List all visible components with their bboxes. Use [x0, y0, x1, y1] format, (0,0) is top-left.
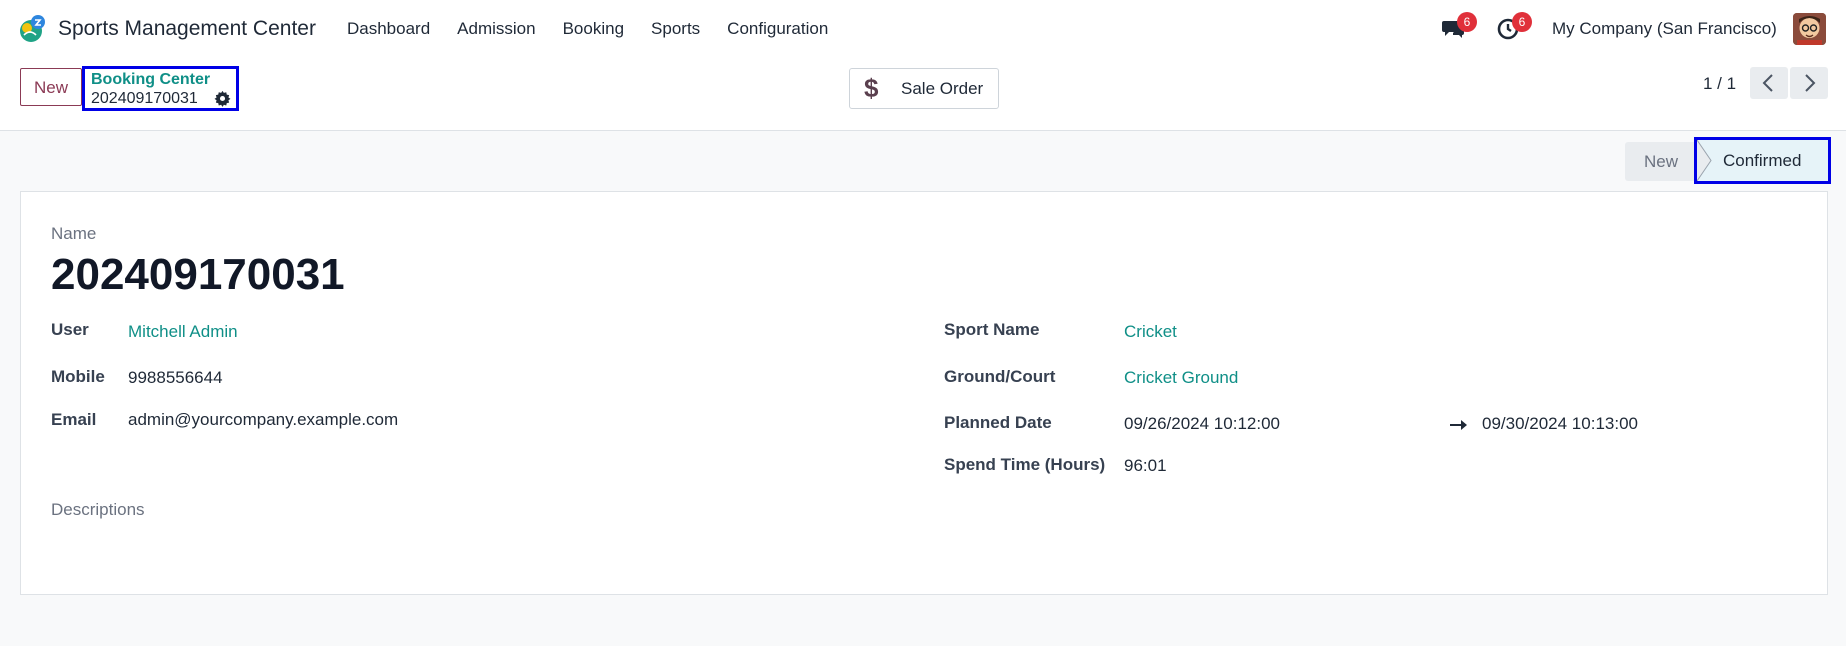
chevron-right-icon: [1805, 74, 1816, 92]
messages-count-badge: 6: [1457, 12, 1477, 32]
name-field[interactable]: 202409170031: [51, 250, 345, 300]
menu-booking[interactable]: Booking: [563, 19, 624, 39]
main-menu: Dashboard Admission Booking Sports Confi…: [347, 19, 855, 39]
email-label: Email: [51, 410, 97, 429]
status-stage-confirmed-label: Confirmed: [1723, 151, 1802, 170]
user-field[interactable]: Mitchell Admin: [128, 322, 238, 342]
form-sheet: Name 202409170031 User Mitchell Admin Mo…: [20, 191, 1828, 595]
planned-date-label: Planned Date: [944, 413, 1052, 432]
name-label: Name: [51, 224, 97, 243]
new-button[interactable]: New: [20, 68, 82, 106]
long-arrow-right-icon: [1450, 420, 1467, 430]
breadcrumb: Booking Center 202409170031: [82, 66, 239, 111]
sport-name-label: Sport Name: [944, 320, 1040, 339]
spend-time-field[interactable]: 96:01: [1124, 456, 1167, 476]
control-panel: New Booking Center 202409170031 $ Sale O…: [0, 58, 1846, 131]
dollar-icon: $: [864, 73, 879, 103]
user-avatar[interactable]: [1793, 13, 1826, 45]
activities-button[interactable]: 6: [1496, 12, 1532, 42]
spend-time-label: Spend Time (Hours): [944, 455, 1106, 474]
ground-court-field[interactable]: Cricket Ground: [1124, 368, 1238, 388]
menu-admission[interactable]: Admission: [457, 19, 535, 39]
top-navbar: Sports Management Center Dashboard Admis…: [0, 0, 1846, 58]
sale-order-label: Sale Order: [901, 79, 984, 98]
menu-sports[interactable]: Sports: [651, 19, 700, 39]
company-switcher[interactable]: My Company (San Francisco): [1552, 19, 1777, 39]
menu-dashboard[interactable]: Dashboard: [347, 19, 430, 39]
status-stage-new[interactable]: New: [1625, 142, 1697, 181]
sale-order-smart-button[interactable]: $ Sale Order: [849, 68, 999, 109]
avatar-icon: [1793, 13, 1826, 45]
pager-previous-button[interactable]: [1750, 67, 1788, 99]
stage-arrow-icon: [1697, 140, 1712, 181]
mobile-field[interactable]: 9988556644: [128, 368, 223, 388]
chevron-left-icon: [1762, 74, 1773, 92]
planned-date-start-field[interactable]: 09/26/2024 10:12:00: [1124, 414, 1280, 434]
messages-button[interactable]: 6: [1441, 12, 1477, 42]
gear-icon[interactable]: [214, 90, 231, 107]
activities-count-badge: 6: [1512, 12, 1532, 32]
email-field[interactable]: admin@yourcompany.example.com: [128, 410, 398, 430]
planned-date-end-field[interactable]: 09/30/2024 10:13:00: [1482, 414, 1638, 434]
breadcrumb-parent-link[interactable]: Booking Center: [91, 71, 210, 89]
user-label: User: [51, 320, 89, 339]
descriptions-field[interactable]: [51, 528, 1791, 568]
pager-value[interactable]: 1 / 1: [1703, 74, 1736, 94]
breadcrumb-current: 202409170031: [91, 90, 198, 107]
ground-court-label: Ground/Court: [944, 367, 1056, 386]
app-name[interactable]: Sports Management Center: [58, 17, 316, 41]
menu-configuration[interactable]: Configuration: [727, 19, 828, 39]
app-logo-icon[interactable]: [18, 14, 48, 44]
pager-next-button[interactable]: [1790, 67, 1828, 99]
mobile-label: Mobile: [51, 367, 105, 386]
descriptions-label: Descriptions: [51, 500, 145, 519]
sport-name-field[interactable]: Cricket: [1124, 322, 1177, 342]
status-stage-confirmed[interactable]: Confirmed: [1694, 137, 1831, 184]
